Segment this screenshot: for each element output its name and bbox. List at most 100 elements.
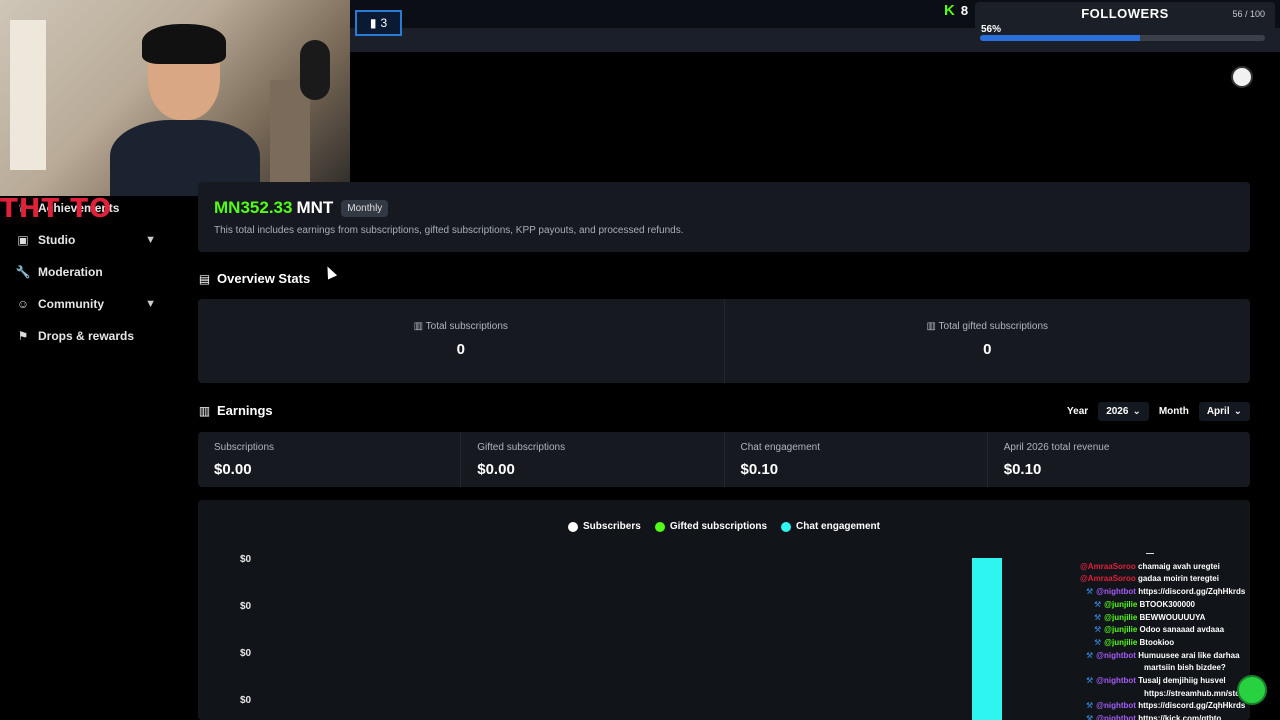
followers-title: FOLLOWERS [1081,6,1169,21]
mod-wrench-icon: ⚒ [1086,714,1094,720]
mod-wrench-icon: ⚒ [1086,676,1094,686]
followers-goal-widget: FOLLOWERS 56 / 100 56% [975,2,1275,46]
earnings-filters: Year 2026 ⌄ Month April ⌄ [1067,402,1250,421]
month-dropdown[interactable]: April ⌄ [1198,402,1250,421]
earnings-label: April 2026 total revenue [1003,442,1110,453]
streamer-hair [142,24,226,64]
overview-stats-card: ▥ Total subscriptions 0 ▥ Total gifted s… [198,299,1250,383]
earnings-label: Chat engagement [740,442,821,453]
legend-label: Gifted subscriptions [669,521,768,532]
sidebar-item-studio[interactable]: ▣ Studio ▼ [16,228,166,252]
chat-username[interactable]: @nightbot [1096,587,1138,596]
chat-username[interactable]: @junjilie [1104,613,1139,622]
earnings-total-revenue: April 2026 total revenue $0.10 [986,432,1250,487]
month-label: Month [1158,406,1189,417]
earnings-value: $0.10 [740,461,779,478]
year-label: Year [1067,406,1089,417]
sidebar-item-community[interactable]: ☺ Community ▼ [16,292,166,316]
chat-text: https://streamhub.mn/stoo [1144,688,1245,698]
earnings-value: $0.10 [1003,461,1042,478]
earnings-title-text: Earnings [217,403,273,418]
streamer [110,24,260,196]
earnings-label: Subscriptions [214,442,275,453]
chat-text: BEWWOUUUUYA [1139,612,1206,622]
chat-username[interactable]: @nightbot [1096,701,1138,710]
chat-username[interactable]: @junjilie [1104,625,1139,634]
chat-message: ⚒ @junjilie BEWWOUUUUYA [1080,612,1280,625]
legend-label: Subscribers [583,521,641,532]
chat-message: ⚒ @nightbot https://kick.com/gtbto [1080,713,1280,720]
mouse-cursor [322,264,338,280]
y-tick-label: $0 [240,695,252,706]
year-dropdown[interactable]: 2026 ⌄ [1098,402,1149,421]
legend-gifted-subscriptions[interactable]: Gifted subscriptions [654,521,768,532]
tab-count-badge[interactable]: ▮ 3 [355,10,402,36]
chat-username[interactable]: @nightbot [1096,651,1138,660]
chat-text: gadaa moirin teregtei [1138,574,1219,584]
chat-username[interactable]: @junjilie [1104,638,1139,647]
webcam-feed [0,0,350,196]
kick-logo-icon: K [944,2,955,19]
total-value: 352.33 [240,198,293,217]
y-tick-label: $0 [240,554,252,565]
chat-username[interactable]: @nightbot [1096,676,1138,685]
y-tick-label: $0 [240,601,252,612]
stat-value: 0 [456,341,465,358]
chat-text: Humuusee arai like darhaa [1138,650,1240,660]
total-prefix: MN [214,198,241,217]
chevron-down-icon[interactable]: ▼ [145,234,156,246]
sidebar-item-drops-rewards[interactable]: ⚑ Drops & rewards [16,324,166,348]
chat-message: @AmraaSoroo gadaa moirin teregtei [1080,573,1280,586]
month-value: April [1206,406,1230,417]
chat-text: Odoo sanaaad avdaaa [1139,625,1225,635]
sidebar-item-label: Studio [38,233,76,247]
chat-username[interactable]: @AmraaSoroo [1080,562,1138,571]
bar-chart-icon: ▥ [413,321,426,332]
chat-username[interactable]: @AmraaSoroo [1080,574,1138,583]
stat-label: Total subscriptions [425,321,508,332]
sidebar-item-label: Moderation [38,265,103,279]
kick-viewer-count: K 8 [944,2,968,19]
kick-chat-icon[interactable] [1237,675,1267,705]
earnings-chat-engagement: Chat engagement $0.10 [723,432,987,487]
user-avatar[interactable] [1231,66,1253,88]
earnings-label: Gifted subscriptions [477,442,566,453]
stat-total-subscriptions: ▥ Total subscriptions 0 [198,299,724,383]
mod-wrench-icon: ⚒ [1094,625,1102,635]
webcam-window [10,20,46,170]
chevron-down-icon: ⌄ [1233,406,1242,417]
followers-percent: 56% [981,24,1002,35]
mod-wrench-icon: ⚒ [1094,612,1102,622]
chat-message: ⚒ @nightbot Humuusee arai like darhaa [1080,650,1280,663]
legend-chat-engagement[interactable]: Chat engagement [781,521,880,532]
bar-chat-engagement[interactable] [972,558,1002,720]
chart-legend: Subscribers Gifted subscriptions Chat en… [568,521,880,532]
overview-title: ▤ Overview Stats [198,271,310,286]
mod-wrench-icon: ⚒ [1094,637,1102,647]
y-tick-label: $0 [240,648,252,659]
users-icon: ☺ [16,297,30,311]
chat-username[interactable]: @junjilie [1104,600,1139,609]
chat-text: — [1146,549,1154,558]
earnings-gifted-subscriptions: Gifted subscriptions $0.00 [460,432,723,487]
chat-text: chamaig avah uregtei [1138,561,1220,571]
followers-count: 56 / 100 [1232,9,1265,19]
earnings-value: $0.00 [214,461,252,478]
legend-subscribers[interactable]: Subscribers [568,521,641,532]
chat-message: martsiin bish bizdee? [1080,662,1280,675]
bar-chart-icon: ▥ [926,321,939,332]
earnings-value: $0.00 [477,461,515,478]
earnings-title: ▥ Earnings [198,403,273,418]
mod-wrench-icon: ⚒ [1086,650,1094,660]
sidebar-item-moderation[interactable]: 🔧 Moderation [16,260,166,284]
chat-username[interactable]: @nightbot [1096,714,1138,720]
earnings-summary-card: Subscriptions $0.00 Gifted subscriptions… [198,432,1250,487]
earnings-subscriptions: Subscriptions $0.00 [198,432,460,487]
chevron-down-icon[interactable]: ▼ [145,298,156,310]
bar-chart-icon: ▥ [198,403,211,418]
chat-message: @AmraaSoroo chamaig avah uregtei [1080,561,1280,574]
year-value: 2026 [1106,406,1129,417]
chat-text: BTOOK300000 [1139,599,1195,609]
chat-text: https://kick.com/gtbto [1138,714,1222,720]
gift-icon: ⚑ [17,329,29,343]
